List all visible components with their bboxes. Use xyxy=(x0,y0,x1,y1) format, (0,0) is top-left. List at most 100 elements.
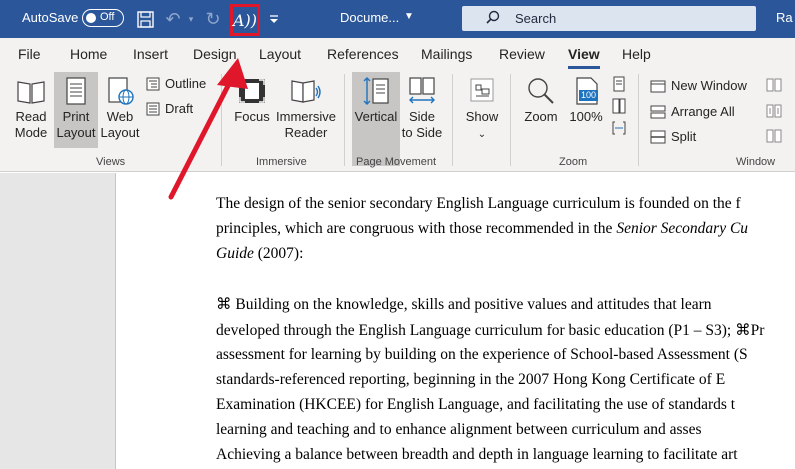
web-layout-icon xyxy=(108,77,134,105)
side-to-side-icon xyxy=(409,77,435,104)
text-line-2-italic: Senior Secondary Cu xyxy=(616,220,749,237)
autosave-state: Off xyxy=(100,11,115,23)
show-chevron-down-icon: ⌄ xyxy=(477,129,487,140)
text-line-3-italic: Guide xyxy=(216,245,254,262)
tab-view[interactable]: View xyxy=(568,46,600,62)
new-window-label: New Window xyxy=(671,78,747,93)
zoom-magnifier-icon xyxy=(528,78,554,104)
zoom-group-label: Zoom xyxy=(559,156,588,168)
redo-icon[interactable]: ↻ xyxy=(202,6,224,32)
read-mode-label-2: Mode xyxy=(14,125,48,140)
tab-review[interactable]: Review xyxy=(499,46,545,62)
undo-dropdown-icon[interactable]: ▾ xyxy=(186,6,196,32)
outline-button[interactable]: Outline xyxy=(146,76,206,91)
document-page[interactable]: The design of the senior secondary Engli… xyxy=(115,173,795,469)
immersive-reader-icon xyxy=(291,80,321,103)
tab-references[interactable]: References xyxy=(327,46,399,62)
focus-icon xyxy=(239,79,265,103)
views-group-label: Views xyxy=(96,156,126,168)
tab-insert[interactable]: Insert xyxy=(133,46,168,62)
text-line-2: principles, which are congruous with tho… xyxy=(216,220,795,238)
side-to-side-label-2: to Side xyxy=(401,125,443,140)
synchronous-scrolling-icon xyxy=(766,104,782,118)
tab-design[interactable]: Design xyxy=(193,46,237,62)
split-button[interactable]: Split xyxy=(650,129,696,144)
zoom-label: Zoom xyxy=(524,109,558,124)
immersive-group-label: Immersive xyxy=(256,156,307,168)
new-window-button[interactable]: New Window xyxy=(650,78,747,93)
focus-button[interactable]: Focus xyxy=(230,76,274,125)
ribbon: Read Mode Print Layout Web Layout Outlin… xyxy=(0,70,795,172)
read-aloud-icon[interactable]: A)) xyxy=(230,4,260,36)
split-label: Split xyxy=(671,129,697,144)
zoom-button[interactable]: Zoom xyxy=(518,76,564,125)
autosave-toggle[interactable]: Off xyxy=(82,9,124,27)
ribbon-tabs: File Home Insert Design Layout Reference… xyxy=(0,38,795,70)
side-to-side-button[interactable]: Side to Side xyxy=(400,76,444,141)
read-mode-icon xyxy=(17,81,45,104)
group-separator xyxy=(638,74,639,166)
tab-help[interactable]: Help xyxy=(622,46,651,62)
tab-layout[interactable]: Layout xyxy=(259,46,301,62)
draft-button[interactable]: Draft xyxy=(146,101,193,116)
read-aloud-glyph: A)) xyxy=(232,10,258,30)
read-mode-button[interactable]: Read Mode xyxy=(8,76,54,141)
print-layout-button[interactable]: Print Layout xyxy=(54,76,98,141)
tab-home[interactable]: Home xyxy=(70,46,107,62)
undo-icon[interactable]: ↶ xyxy=(162,6,184,32)
customize-qat-icon[interactable] xyxy=(266,6,282,32)
text-line-3: Guide (2007): xyxy=(216,245,795,263)
multiple-pages-button[interactable] xyxy=(612,98,626,114)
web-layout-button[interactable]: Web Layout xyxy=(99,76,141,141)
draft-icon xyxy=(146,102,160,115)
vertical-button[interactable]: Vertical xyxy=(352,76,400,125)
one-page-button[interactable] xyxy=(612,76,626,92)
zoom-100-badge: 100 xyxy=(579,90,599,101)
read-mode-label-1: Read xyxy=(15,109,47,124)
title-bar: AutoSave Off ↶ ▾ ↻ A)) Docume... ▼ Searc… xyxy=(0,0,795,38)
page-width-button[interactable] xyxy=(612,120,626,136)
autosave-label: AutoSave xyxy=(22,10,79,25)
group-separator xyxy=(221,74,222,166)
vertical-scroll-icon xyxy=(363,77,389,105)
view-side-by-side-icon xyxy=(766,78,782,92)
group-separator xyxy=(510,74,511,166)
show-button[interactable]: Show ⌄ xyxy=(460,76,504,143)
document-title[interactable]: Docume... xyxy=(340,10,399,25)
tab-mailings[interactable]: Mailings xyxy=(421,46,472,62)
show-label: Show xyxy=(465,109,499,124)
text-line-7: standards-referenced reporting, beginnin… xyxy=(216,371,726,388)
split-icon xyxy=(650,130,666,143)
arrange-all-icon xyxy=(650,105,666,118)
reset-window-position-button[interactable] xyxy=(766,129,782,143)
outline-icon xyxy=(146,77,160,90)
document-title-chevron-icon[interactable]: ▼ xyxy=(404,11,414,22)
user-initials[interactable]: Ra xyxy=(776,10,793,25)
view-side-by-side-button[interactable] xyxy=(766,78,782,92)
active-tab-indicator xyxy=(568,66,600,69)
text-line-10: Achieving a balance between breadth and … xyxy=(216,446,738,463)
search-box[interactable]: Search xyxy=(462,6,756,31)
print-layout-label-1: Print xyxy=(62,109,90,124)
reset-window-position-icon xyxy=(766,129,782,143)
new-window-icon xyxy=(650,80,666,92)
zoom-100-button[interactable]: 100 100% xyxy=(564,76,608,125)
text-line-4: ⌘ Building on the knowledge, skills and … xyxy=(216,296,712,313)
tab-file[interactable]: File xyxy=(18,46,41,62)
group-separator xyxy=(452,74,453,166)
text-line-6: assessment for learning by building on t… xyxy=(216,346,748,363)
web-layout-label-2: Layout xyxy=(100,125,140,140)
vertical-label: Vertical xyxy=(354,109,398,124)
focus-label: Focus xyxy=(234,109,270,124)
draft-label: Draft xyxy=(165,101,194,116)
search-placeholder: Search xyxy=(515,11,557,26)
text-line-1: The design of the senior secondary Engli… xyxy=(216,195,741,212)
immersive-reader-label-2: Reader xyxy=(284,125,328,140)
web-layout-label-1: Web xyxy=(106,109,134,124)
save-icon[interactable] xyxy=(134,6,156,32)
synchronous-scrolling-button[interactable] xyxy=(766,104,782,118)
arrange-all-button[interactable]: Arrange All xyxy=(650,104,735,119)
immersive-reader-button[interactable]: Immersive Reader xyxy=(276,76,336,141)
text-line-2-plain: principles, which are congruous with tho… xyxy=(216,220,617,237)
page-width-icon xyxy=(612,121,626,135)
